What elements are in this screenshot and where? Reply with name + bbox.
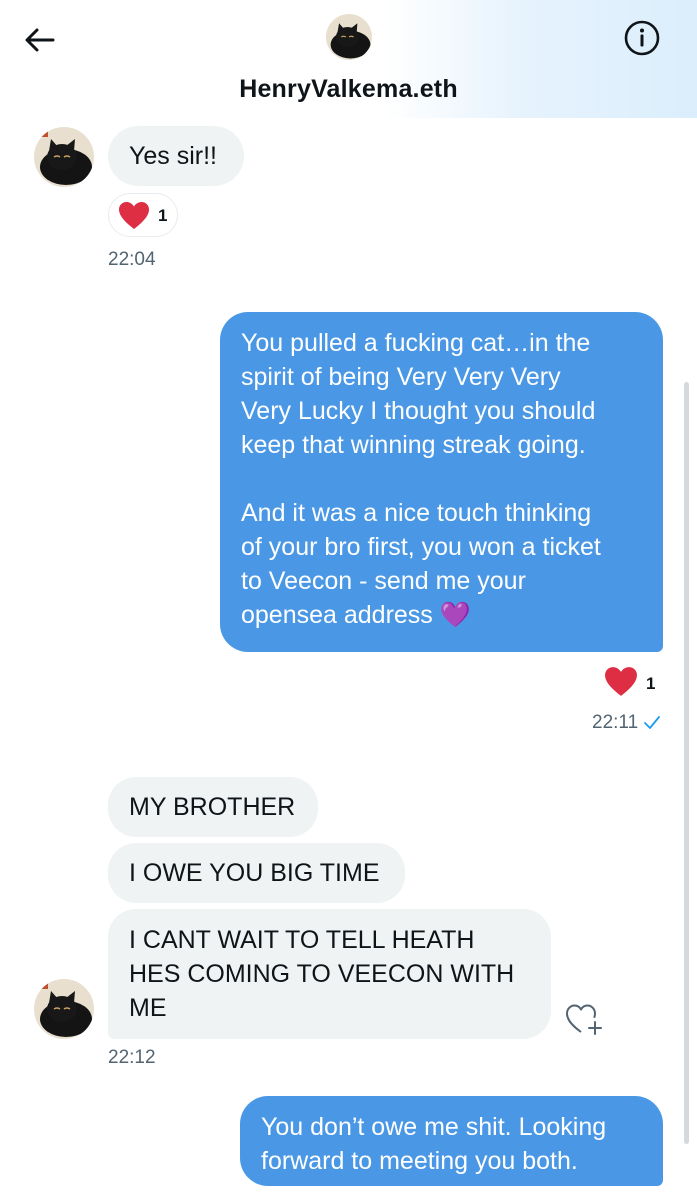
heart-emoji-icon	[119, 202, 149, 229]
checkmark-icon	[644, 716, 660, 729]
reaction-count: 1	[158, 206, 168, 225]
contact-avatar[interactable]	[34, 127, 94, 187]
info-button[interactable]	[622, 18, 662, 58]
message-text: Yes sir!!	[129, 142, 218, 170]
arrow-left-icon	[25, 28, 55, 52]
message-text: MY BROTHER	[129, 793, 296, 821]
message-line: spirit of being Very Very Very	[241, 363, 561, 391]
contact-avatar[interactable]	[34, 979, 94, 1039]
add-reaction-button[interactable]	[564, 1000, 606, 1038]
add-reaction-heart-icon	[566, 1004, 602, 1035]
message-line: ME	[129, 994, 167, 1022]
cat-avatar-image	[326, 14, 372, 60]
cat-avatar-image	[34, 979, 94, 1039]
message-bubble-incoming[interactable]: I OWE YOU BIG TIME	[108, 843, 405, 903]
message-line: Very Lucky I thought you should	[241, 397, 596, 425]
message-line: You pulled a fucking cat…in the	[241, 329, 591, 357]
message-line: I CANT WAIT TO TELL HEATH	[129, 926, 475, 954]
message-line: opensea address 💜	[241, 601, 471, 629]
message-bubble-incoming[interactable]: I CANT WAIT TO TELL HEATH HES COMING TO …	[108, 909, 551, 1039]
message-line: to Veecon - send me your	[241, 567, 526, 595]
message-line: And it was a nice touch thinking	[241, 499, 592, 527]
message-bubble-incoming[interactable]: Yes sir!!	[108, 126, 244, 186]
message-timestamp: 22:11	[592, 712, 639, 733]
message-line: forward to meeting you both.	[261, 1147, 578, 1175]
message-line: keep that winning streak going.	[241, 431, 586, 459]
message-line	[241, 462, 653, 496]
reaction-pill[interactable]: 1	[108, 193, 178, 237]
info-icon	[624, 20, 660, 56]
message-timestamp: 22:04	[108, 249, 156, 270]
message-bubble-outgoing[interactable]: You don’t owe me shit. Looking forward t…	[240, 1096, 663, 1186]
message-text: I OWE YOU BIG TIME	[129, 859, 380, 887]
message-line: You don’t owe me shit. Looking	[261, 1113, 607, 1141]
reaction-count: 1	[646, 674, 656, 693]
conversation-header: HenryValkema.eth	[0, 0, 697, 118]
reaction[interactable]: 1	[604, 666, 664, 698]
header-avatar[interactable]	[326, 14, 372, 60]
cat-avatar-image	[34, 127, 94, 187]
contact-name[interactable]: HenryValkema.eth	[0, 75, 697, 104]
message-timestamp: 22:12	[108, 1047, 156, 1068]
scrollbar[interactable]	[684, 382, 689, 1144]
heart-emoji-icon	[605, 667, 637, 696]
message-bubble-outgoing[interactable]: You pulled a fucking cat…in the spirit o…	[220, 312, 663, 652]
message-line: of your bro first, you won a ticket	[241, 533, 601, 561]
back-button[interactable]	[22, 22, 58, 58]
message-bubble-incoming[interactable]: MY BROTHER	[108, 777, 318, 837]
message-line: HES COMING TO VEECON WITH	[129, 960, 515, 988]
